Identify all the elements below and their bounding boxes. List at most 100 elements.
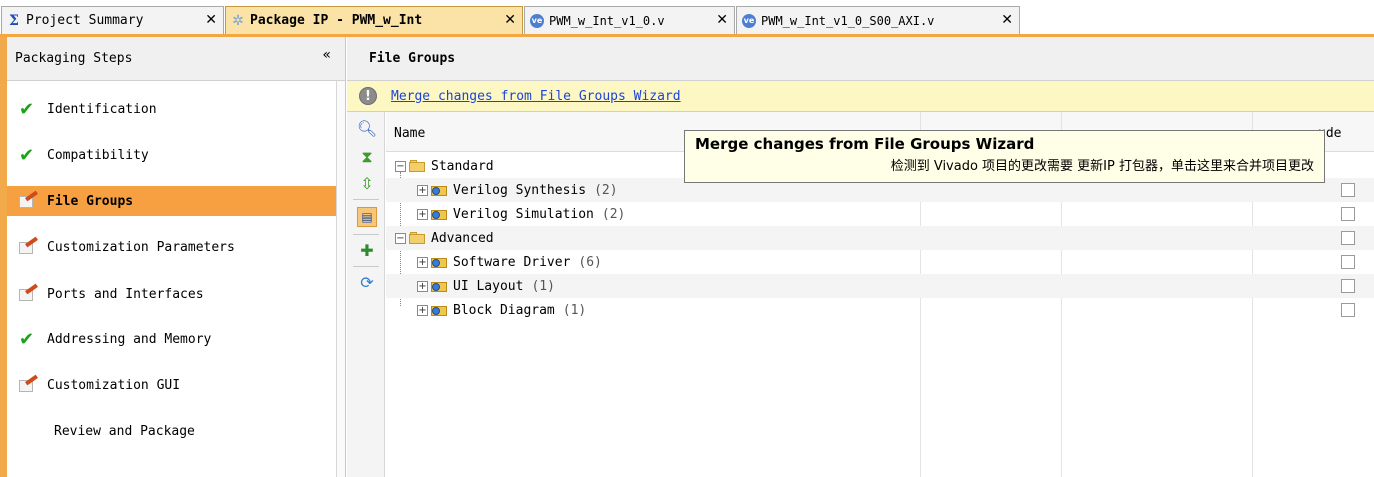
file-count: (2) — [594, 182, 618, 198]
collapse-all-icon[interactable]: ⧗ — [357, 147, 377, 167]
panel-title: Packaging Steps — [15, 51, 133, 66]
toolbar-divider — [353, 199, 379, 200]
editor-tab-bar: Σ Project Summary ✕ ✲ Package IP - PWM_w… — [0, 0, 1374, 37]
packaging-steps-panel: Packaging Steps « ✔ Identification ✔ Com… — [0, 37, 346, 477]
step-label: Customization GUI — [47, 377, 181, 393]
merge-changes-link[interactable]: Merge changes from File Groups Wizard — [391, 89, 681, 104]
step-identification[interactable]: ✔ Identification — [7, 94, 339, 124]
step-label: Review and Package — [54, 423, 195, 439]
package-icon: ✲ — [232, 12, 244, 29]
step-label: Compatibility — [47, 147, 149, 163]
file-groups-panel: File Groups ! Merge changes from File Gr… — [347, 37, 1374, 477]
close-icon[interactable]: ✕ — [205, 12, 217, 28]
tree-row-ui-layout[interactable]: + UI Layout (1) — [386, 274, 1374, 298]
tree-label: Verilog Synthesis — [453, 182, 587, 198]
verilog-file-icon: ve — [741, 13, 757, 29]
add-group-icon[interactable]: ✚ — [357, 240, 377, 260]
tree-label: UI Layout — [453, 278, 524, 294]
refresh-icon[interactable]: ⟳ — [357, 272, 377, 292]
panel-header: Packaging Steps « — [7, 37, 345, 81]
edit-icon — [19, 283, 41, 304]
include-checkbox[interactable] — [1341, 303, 1355, 317]
file-group-icon — [431, 183, 447, 197]
edit-icon — [19, 190, 41, 211]
step-label: Identification — [47, 101, 157, 117]
expand-node-icon[interactable]: + — [417, 184, 428, 196]
tab-project-summary[interactable]: Σ Project Summary ✕ — [1, 6, 224, 34]
step-customization-parameters[interactable]: Customization Parameters — [7, 232, 339, 262]
tree-label: Verilog Simulation — [453, 206, 594, 222]
sigma-icon: Σ — [9, 12, 19, 29]
expand-node-icon[interactable]: + — [417, 208, 428, 220]
include-checkbox[interactable] — [1341, 231, 1355, 245]
expand-all-icon[interactable]: ⇳ — [357, 173, 377, 193]
tab-label: Package IP - PWM_w_Int — [250, 13, 423, 28]
step-ports-and-interfaces[interactable]: Ports and Interfaces — [7, 279, 339, 309]
step-customization-gui[interactable]: Customization GUI — [7, 370, 339, 400]
collapse-icon[interactable]: « — [322, 47, 331, 63]
step-label: Addressing and Memory — [47, 331, 212, 347]
include-checkbox[interactable] — [1341, 183, 1355, 197]
include-checkbox[interactable] — [1341, 255, 1355, 269]
toolbar-divider — [353, 234, 379, 235]
file-group-icon — [431, 207, 447, 221]
panel-header: File Groups — [347, 37, 1374, 81]
expand-node-icon[interactable]: + — [417, 280, 428, 292]
group-by-type-icon[interactable]: ▤ — [357, 207, 377, 227]
step-review-and-package[interactable]: Review and Package — [7, 416, 339, 446]
step-label: Customization Parameters — [47, 239, 235, 255]
tree-toolbar: 🔍︎ ⧗ ⇳ ▤ ✚ ⟳ — [347, 112, 385, 477]
tooltip-title: Merge changes from File Groups Wizard — [695, 135, 1035, 153]
step-file-groups[interactable]: File Groups — [7, 186, 339, 216]
tab-pwm-file[interactable]: ve PWM_w_Int_v1_0.v ✕ — [524, 6, 735, 34]
check-icon: ✔ — [19, 328, 35, 350]
file-count: (6) — [578, 254, 602, 270]
panel-title: File Groups — [369, 51, 456, 66]
tab-pwm-axi-file[interactable]: ve PWM_w_Int_v1_0_S00_AXI.v ✕ — [736, 6, 1020, 34]
tree-label: Software Driver — [453, 254, 571, 270]
expand-node-icon[interactable]: + — [417, 304, 428, 316]
tab-label: Project Summary — [26, 13, 144, 28]
check-icon: ✔ — [19, 98, 35, 120]
edit-icon — [19, 374, 41, 395]
tooltip-body: 检测到 Vivado 项目的更改需要 更新IP 打包器，单击这里来合并项目更改 — [890, 159, 1314, 174]
collapse-node-icon[interactable]: − — [395, 232, 406, 244]
search-icon[interactable]: 🔍︎ — [357, 118, 377, 138]
close-icon[interactable]: ✕ — [716, 12, 728, 28]
toolbar-divider — [353, 266, 379, 267]
tab-package-ip[interactable]: ✲ Package IP - PWM_w_Int ✕ — [225, 6, 523, 34]
step-compatibility[interactable]: ✔ Compatibility — [7, 140, 339, 170]
tab-label: PWM_w_Int_v1_0_S00_AXI.v — [761, 13, 935, 28]
tree-row-verilog-simulation[interactable]: + Verilog Simulation (2) — [386, 202, 1374, 226]
info-icon: ! — [359, 87, 377, 105]
tree-label: Standard — [431, 158, 494, 174]
folder-icon — [409, 160, 425, 172]
info-banner: ! Merge changes from File Groups Wizard — [347, 81, 1374, 112]
tab-label: PWM_w_Int_v1_0.v — [549, 13, 665, 28]
close-icon[interactable]: ✕ — [504, 12, 516, 28]
include-checkbox[interactable] — [1341, 207, 1355, 221]
tree-row-software-driver[interactable]: + Software Driver (6) — [386, 250, 1374, 274]
file-group-icon — [431, 303, 447, 317]
verilog-file-icon: ve — [529, 13, 545, 29]
close-icon[interactable]: ✕ — [1001, 12, 1013, 28]
check-icon: ✔ — [19, 144, 35, 166]
tree-row-block-diagram[interactable]: + Block Diagram (1) — [386, 298, 1374, 322]
collapse-node-icon[interactable]: − — [395, 160, 406, 172]
panel-splitter[interactable] — [336, 81, 345, 477]
file-count: (1) — [531, 278, 555, 294]
tree-row-advanced[interactable]: − Advanced — [386, 226, 1374, 250]
column-name[interactable]: Name — [394, 126, 425, 141]
merge-tooltip: Merge changes from File Groups Wizard 检测… — [684, 130, 1325, 183]
step-label: File Groups — [47, 193, 134, 209]
edit-icon — [19, 236, 41, 257]
include-checkbox[interactable] — [1341, 279, 1355, 293]
file-group-icon — [431, 255, 447, 269]
tree-label: Block Diagram — [453, 302, 555, 318]
step-addressing-and-memory[interactable]: ✔ Addressing and Memory — [7, 324, 339, 354]
file-group-icon — [431, 279, 447, 293]
step-label: Ports and Interfaces — [47, 286, 204, 302]
file-count: (1) — [562, 302, 587, 318]
expand-node-icon[interactable]: + — [417, 256, 428, 268]
file-count: (2) — [601, 206, 626, 222]
